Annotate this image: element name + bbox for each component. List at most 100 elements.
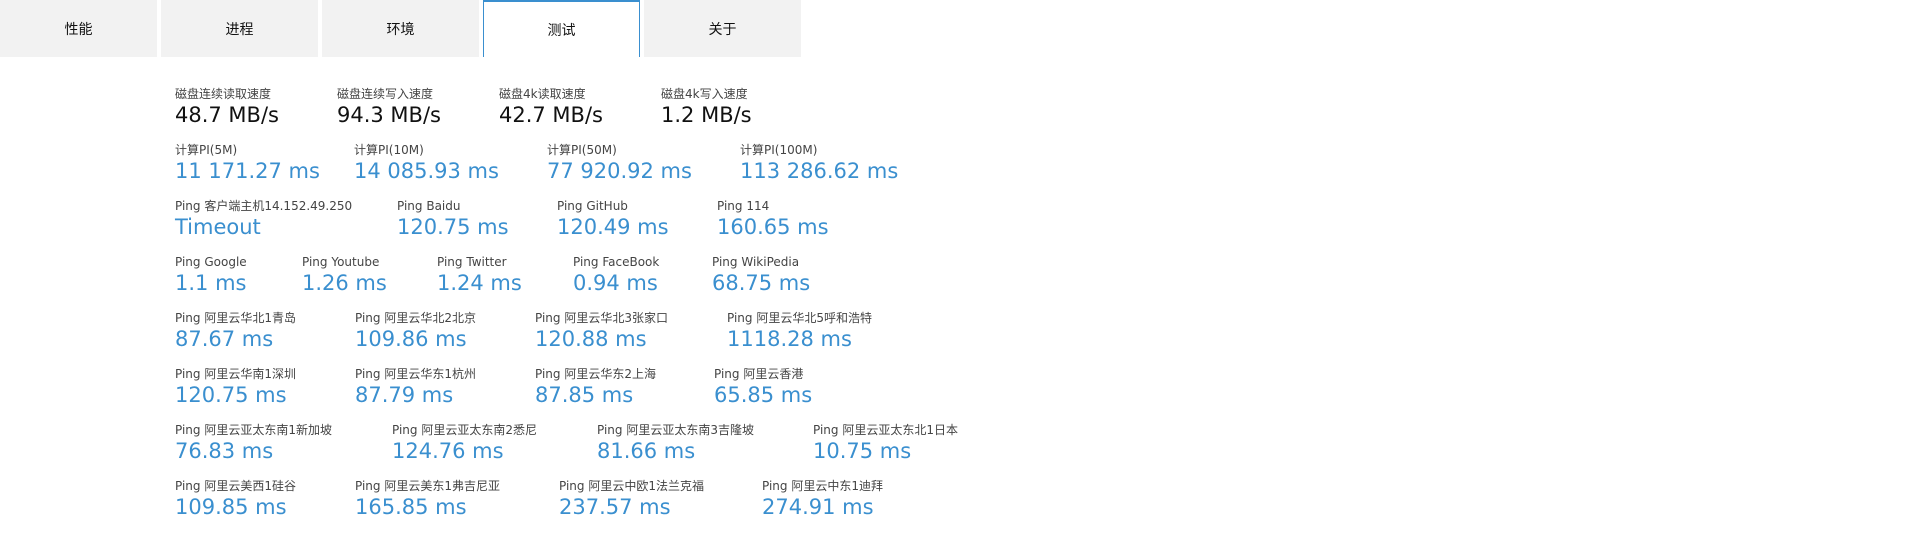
metric-ping-aliyun-qingdao: Ping 阿里云华北1青岛 87.67 ms <box>175 311 296 353</box>
metric-value: 0.94 ms <box>573 271 658 295</box>
metric-label: Ping Baidu <box>397 199 461 213</box>
metric-ping-aliyun-hongkong: Ping 阿里云香港 65.85 ms <box>714 367 812 409</box>
metric-ping-aliyun-shenzhen: Ping 阿里云华南1深圳 120.75 ms <box>175 367 296 409</box>
metric-value: 120.75 ms <box>397 215 509 239</box>
metric-ping-client: Ping 客户端主机14.152.49.250 Timeout <box>175 199 352 241</box>
metric-ping-aliyun-hangzhou: Ping 阿里云华东1杭州 87.79 ms <box>355 367 476 409</box>
metric-ping-youtube: Ping Youtube 1.26 ms <box>302 255 387 297</box>
metric-value: 113 286.62 ms <box>740 159 899 183</box>
metric-value: 109.86 ms <box>355 327 467 351</box>
metric-label: Ping 阿里云华东1杭州 <box>355 367 476 381</box>
tab-test[interactable]: 测试 <box>483 0 640 57</box>
metric-value: 1.1 ms <box>175 271 247 295</box>
metric-value: 160.65 ms <box>717 215 829 239</box>
metric-ping-aliyun-zhangjiakou: Ping 阿里云华北3张家口 120.88 ms <box>535 311 668 353</box>
metric-ping-aliyun-shanghai: Ping 阿里云华东2上海 87.85 ms <box>535 367 656 409</box>
metric-value: 1.24 ms <box>437 271 522 295</box>
metric-value: 237.57 ms <box>559 495 671 519</box>
metric-value: 87.79 ms <box>355 383 454 407</box>
metric-value: 120.75 ms <box>175 383 287 407</box>
metric-label: 计算PI(50M) <box>547 143 617 157</box>
tab-processes[interactable]: 进程 <box>161 0 318 57</box>
metric-label: Ping 阿里云亚太东南1新加坡 <box>175 423 332 437</box>
metric-value: 120.88 ms <box>535 327 647 351</box>
metric-ping-aliyun-virginia: Ping 阿里云美东1弗吉尼亚 165.85 ms <box>355 479 500 521</box>
metric-value: 1118.28 ms <box>727 327 852 351</box>
metric-label: 磁盘连续读取速度 <box>175 87 272 101</box>
metric-label: Ping Youtube <box>302 255 380 269</box>
tab-about[interactable]: 关于 <box>644 0 801 57</box>
metric-value: 109.85 ms <box>175 495 287 519</box>
metric-ping-facebook: Ping FaceBook 0.94 ms <box>573 255 659 297</box>
metric-label: 计算PI(10M) <box>354 143 424 157</box>
metric-ping-github: Ping GitHub 120.49 ms <box>557 199 669 241</box>
metric-label: Ping 阿里云华北1青岛 <box>175 311 296 325</box>
metric-label: Ping 阿里云华南1深圳 <box>175 367 296 381</box>
metric-label: Ping 阿里云亚太东南3吉隆坡 <box>597 423 754 437</box>
tab-environment[interactable]: 环境 <box>322 0 479 57</box>
metric-ping-aliyun-hohhot: Ping 阿里云华北5呼和浩特 1118.28 ms <box>727 311 872 353</box>
metric-value: 1.26 ms <box>302 271 387 295</box>
metric-ping-aliyun-singapore: Ping 阿里云亚太东南1新加坡 76.83 ms <box>175 423 332 465</box>
metric-pi-50m: 计算PI(50M) 77 920.92 ms <box>547 143 692 185</box>
metric-label: Ping GitHub <box>557 199 628 213</box>
metric-ping-baidu: Ping Baidu 120.75 ms <box>397 199 509 241</box>
metric-label: Ping 114 <box>717 199 770 213</box>
metric-label: 磁盘4k读取速度 <box>499 87 586 101</box>
metric-value: 10.75 ms <box>813 439 912 463</box>
metric-label: 计算PI(5M) <box>175 143 238 157</box>
metric-ping-twitter: Ping Twitter 1.24 ms <box>437 255 522 297</box>
metric-label: Ping 阿里云亚太东北1日本 <box>813 423 958 437</box>
metric-label: Ping 阿里云华东2上海 <box>535 367 656 381</box>
metric-value: 274.91 ms <box>762 495 874 519</box>
metric-label: Ping 阿里云香港 <box>714 367 804 381</box>
metric-label: 磁盘4k写入速度 <box>661 87 748 101</box>
metric-label: Ping 阿里云中欧1法兰克福 <box>559 479 704 493</box>
metric-label: 计算PI(100M) <box>740 143 818 157</box>
metric-value: 65.85 ms <box>714 383 813 407</box>
metric-value: 165.85 ms <box>355 495 467 519</box>
metric-value: 77 920.92 ms <box>547 159 692 183</box>
metric-value: 1.2 MB/s <box>661 103 752 127</box>
metric-value: 11 171.27 ms <box>175 159 320 183</box>
metric-ping-114: Ping 114 160.65 ms <box>717 199 829 241</box>
metric-label: Ping FaceBook <box>573 255 660 269</box>
metric-disk-seq-read: 磁盘连续读取速度 48.7 MB/s <box>175 87 279 129</box>
metric-value: 76.83 ms <box>175 439 274 463</box>
metric-value: 81.66 ms <box>597 439 696 463</box>
metric-value: 87.67 ms <box>175 327 274 351</box>
metric-value: 14 085.93 ms <box>354 159 499 183</box>
metric-ping-aliyun-dubai: Ping 阿里云中东1迪拜 274.91 ms <box>762 479 883 521</box>
metric-ping-aliyun-japan: Ping 阿里云亚太东北1日本 10.75 ms <box>813 423 958 465</box>
metric-pi-10m: 计算PI(10M) 14 085.93 ms <box>354 143 499 185</box>
metric-label: Ping WikiPedia <box>712 255 800 269</box>
metric-label: Ping Google <box>175 255 247 269</box>
metric-value: 48.7 MB/s <box>175 103 279 127</box>
metric-label: Ping 阿里云华北5呼和浩特 <box>727 311 872 325</box>
metric-label: Ping 阿里云亚太东南2悉尼 <box>392 423 537 437</box>
metric-ping-wikipedia: Ping WikiPedia 68.75 ms <box>712 255 810 297</box>
tab-performance[interactable]: 性能 <box>0 0 157 57</box>
metric-disk-4k-read: 磁盘4k读取速度 42.7 MB/s <box>499 87 603 129</box>
metric-label: Ping 阿里云华北3张家口 <box>535 311 668 325</box>
metric-pi-5m: 计算PI(5M) 11 171.27 ms <box>175 143 320 185</box>
metric-label: 磁盘连续写入速度 <box>337 87 434 101</box>
metric-label: Ping 阿里云华北2北京 <box>355 311 476 325</box>
metric-value: 124.76 ms <box>392 439 504 463</box>
tab-bar: 性能 进程 环境 测试 关于 <box>0 0 805 57</box>
metric-disk-4k-write: 磁盘4k写入速度 1.2 MB/s <box>661 87 752 129</box>
metric-value: 87.85 ms <box>535 383 634 407</box>
metric-value: 42.7 MB/s <box>499 103 603 127</box>
metric-value: 68.75 ms <box>712 271 811 295</box>
metric-label: Ping 阿里云中东1迪拜 <box>762 479 883 493</box>
metric-ping-aliyun-siliconvalley: Ping 阿里云美西1硅谷 109.85 ms <box>175 479 296 521</box>
metric-disk-seq-write: 磁盘连续写入速度 94.3 MB/s <box>337 87 441 129</box>
metric-value: Timeout <box>175 215 261 239</box>
metric-value: 120.49 ms <box>557 215 669 239</box>
metric-ping-aliyun-frankfurt: Ping 阿里云中欧1法兰克福 237.57 ms <box>559 479 704 521</box>
metric-label: Ping 阿里云美西1硅谷 <box>175 479 296 493</box>
metric-label: Ping 阿里云美东1弗吉尼亚 <box>355 479 500 493</box>
metric-label: Ping Twitter <box>437 255 507 269</box>
metric-label: Ping 客户端主机14.152.49.250 <box>175 199 353 213</box>
metric-ping-aliyun-beijing: Ping 阿里云华北2北京 109.86 ms <box>355 311 476 353</box>
